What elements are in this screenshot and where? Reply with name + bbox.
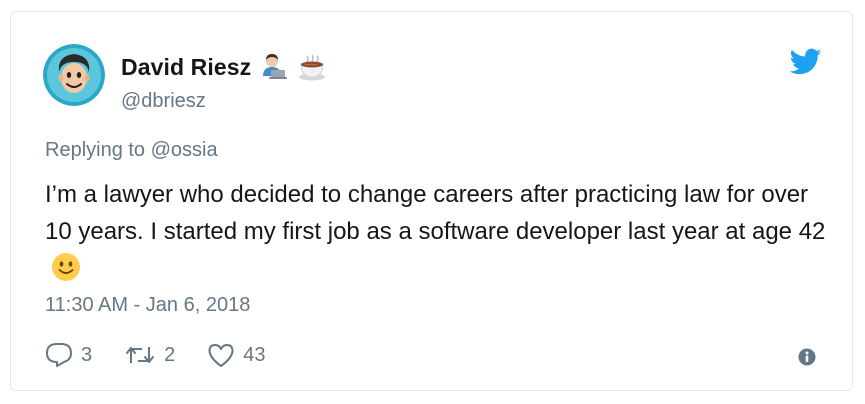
tweet-text-block: I’m a lawyer who decided to change caree… [45,176,835,287]
author-display-name[interactable]: David Riesz [121,54,251,81]
like-count: 43 [243,343,266,366]
retweet-count: 2 [164,343,176,366]
twitter-bird-icon[interactable] [789,48,822,76]
author-name-row: David Riesz [121,52,327,82]
info-icon[interactable] [798,348,816,366]
avatar[interactable] [43,44,105,106]
tweet-timestamp[interactable]: 11:30 AM - Jan 6, 2018 [45,294,250,317]
reply-count: 3 [81,343,93,366]
reply-context: Replying to @ossia [45,139,218,162]
author-handle[interactable]: @dbriesz [121,90,206,113]
reply-prefix: Replying to [45,139,151,161]
reply-button[interactable]: 3 [45,342,92,368]
technologist-icon [259,52,289,82]
reply-mention-link[interactable]: @ossia [151,139,218,161]
like-button[interactable]: 43 [207,342,266,368]
retweet-icon [124,343,156,367]
tweet-actions: 3 2 43 [45,342,298,368]
reply-icon [45,342,73,368]
retweet-button[interactable]: 2 [124,343,175,367]
hot-beverage-icon [297,52,327,82]
heart-icon [207,342,235,368]
tweet-text: I’m a lawyer who decided to change caree… [45,181,826,245]
slightly-smiling-face-icon [51,252,81,282]
tweet-card: David Riesz @dbriesz Replying to @ossia … [10,11,853,391]
